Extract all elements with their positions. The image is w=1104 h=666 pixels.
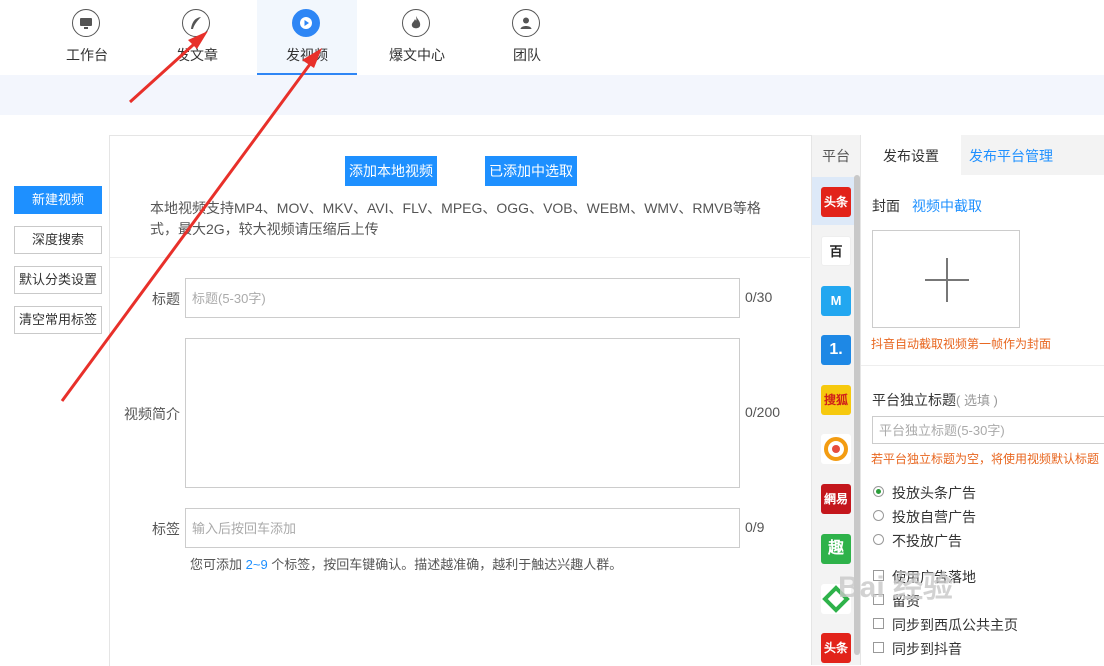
plus-icon-vertical — [946, 258, 948, 302]
intro-label: 视频简介 — [124, 406, 180, 422]
default-category-button[interactable]: 默认分类设置 — [14, 266, 102, 294]
tags-hint: 您可添加 2~9 个标签，按回车键确认。描述越准确，越利于触达兴趣人群。 — [190, 554, 622, 573]
independent-title-label: 平台独立标题( 选填 ) — [872, 390, 998, 410]
nav-item-workbench[interactable]: 工作台 — [37, 0, 137, 75]
optional-hint: ( 选填 ) — [956, 393, 998, 408]
monitor-icon — [72, 9, 100, 37]
divider — [861, 365, 1104, 366]
tags-hint-pre: 您可添加 — [190, 557, 246, 572]
intro-field[interactable] — [185, 338, 740, 488]
ad-option-label: 投放头条广告 — [892, 485, 976, 501]
ad-option-label: 投放自营广告 — [892, 509, 976, 525]
upload-description-1: 本地视频支持MP4、MOV、MKV、AVI、FLV、MPEG、OGG、VOB、W… — [150, 200, 761, 216]
banner-band — [0, 75, 1104, 115]
checkbox-label: 同步到抖音 — [892, 641, 962, 657]
flame-icon — [402, 9, 430, 37]
feather-icon — [182, 9, 210, 37]
intro-count: 0/200 — [745, 404, 781, 420]
tags-hint-post: 个标签，按回车键确认。描述越准确，越利于触达兴趣人群。 — [267, 557, 623, 572]
independent-title-text: 平台独立标题 — [872, 392, 956, 408]
tab-platform-management[interactable]: 发布平台管理 — [961, 135, 1104, 175]
ad-radio-self[interactable] — [873, 510, 884, 521]
new-video-button[interactable]: 新建视频 — [14, 186, 102, 214]
title-input[interactable] — [186, 279, 739, 317]
divider — [110, 257, 810, 258]
independent-title-input[interactable] — [873, 417, 1104, 443]
platform-yidian[interactable]: 1. — [821, 335, 851, 365]
tab-publish-settings[interactable]: 发布设置 — [861, 135, 961, 175]
dayu-icon — [824, 437, 848, 461]
tags-hint-range: 2~9 — [245, 557, 268, 572]
tags-label: 标签 — [152, 521, 180, 537]
user-icon — [512, 9, 540, 37]
platform-header: 平台 — [822, 148, 850, 164]
platform-dayu[interactable] — [821, 434, 851, 464]
cover-from-video-link[interactable]: 视频中截取 — [912, 196, 982, 216]
ad-radio-toutiao[interactable] — [873, 486, 884, 497]
cover-upload-box[interactable] — [872, 230, 1020, 328]
nav-label: 爆文中心 — [389, 47, 445, 63]
title-field[interactable] — [185, 278, 740, 318]
independent-title-field[interactable] — [872, 416, 1104, 444]
deep-search-button[interactable]: 深度搜索 — [14, 226, 102, 254]
main-editor: 添加本地视频 已添加中选取 本地视频支持MP4、MOV、MKV、AVI、FLV、… — [109, 135, 811, 666]
cover-label: 封面 — [872, 198, 900, 214]
nav-label: 团队 — [513, 47, 541, 63]
platform-netease[interactable]: 網易 — [821, 484, 851, 514]
play-icon — [292, 9, 320, 37]
add-local-video-button[interactable]: 添加本地视频 — [345, 156, 437, 186]
nav-label: 发文章 — [176, 47, 218, 63]
intro-textarea[interactable] — [186, 339, 739, 487]
nav-label: 发视频 — [286, 47, 328, 63]
top-nav: 工作台 发文章 发视频 爆文中心 团队 — [0, 0, 1104, 75]
platform-toutiao-2[interactable]: 头条 — [821, 633, 851, 663]
platform-baidu[interactable]: 百 — [821, 236, 851, 266]
independent-title-note: 若平台独立标题为空，将使用视频默认标题 — [871, 452, 1100, 466]
nav-item-video[interactable]: 发视频 — [257, 0, 357, 75]
watermark: Bai 经验 — [838, 571, 954, 604]
nav-item-article[interactable]: 发文章 — [147, 0, 247, 75]
platform-qutoutiao[interactable]: 趣 — [821, 534, 851, 564]
upload-description-2: 式，最大2G，较大视频请压缩后上传 — [150, 221, 379, 237]
nav-item-hot[interactable]: 爆文中心 — [367, 0, 467, 75]
title-label: 标题 — [152, 291, 180, 307]
cover-note: 抖音自动截取视频第一帧作为封面 — [871, 337, 1052, 351]
platform-toutiao[interactable]: 头条 — [821, 187, 851, 217]
ad-option-label: 不投放广告 — [892, 533, 962, 549]
title-count: 0/30 — [745, 289, 773, 305]
nav-item-team[interactable]: 团队 — [477, 0, 577, 75]
sync-xigua-checkbox[interactable] — [873, 618, 884, 629]
sync-douyin-checkbox[interactable] — [873, 642, 884, 653]
tags-field[interactable] — [185, 508, 740, 548]
tags-input[interactable] — [186, 509, 739, 547]
clear-tags-button[interactable]: 清空常用标签 — [14, 306, 102, 334]
nav-label: 工作台 — [66, 47, 108, 63]
platform-sohu[interactable]: 搜狐 — [821, 385, 851, 415]
platform-m[interactable]: M — [821, 286, 851, 316]
checkbox-label: 同步到西瓜公共主页 — [892, 617, 1018, 633]
tags-count: 0/9 — [745, 519, 765, 535]
choose-added-button[interactable]: 已添加中选取 — [485, 156, 577, 186]
ad-radio-none[interactable] — [873, 534, 884, 545]
